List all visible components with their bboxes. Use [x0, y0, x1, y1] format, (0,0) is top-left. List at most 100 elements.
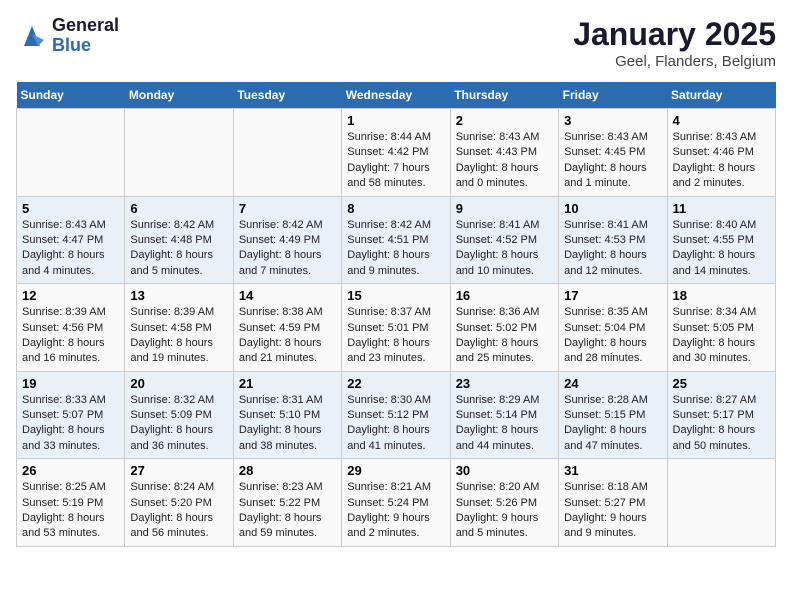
calendar-week-row: 26 Sunrise: 8:25 AM Sunset: 5:19 PM Dayli…: [17, 459, 776, 547]
calendar-cell: 21Sunrise: 8:31 AM Sunset: 5:10 PM Dayli…: [233, 371, 341, 459]
calendar-cell: 2 Sunrise: 8:43 AM Sunset: 4:43 PM Daylig…: [450, 109, 558, 197]
day-info: Sunrise: 8:40 AM Sunset: 4:55 PM Dayligh…: [673, 218, 770, 280]
day-number: 13: [130, 288, 227, 303]
calendar-cell: 22 Sunrise: 8:30 AM Sunset: 5:12 PM Dayli…: [342, 371, 450, 459]
day-number: 28: [239, 463, 336, 478]
calendar-week-row: 5Sunrise: 8:43 AM Sunset: 4:47 PM Daylig…: [17, 196, 776, 284]
day-info: Sunrise: 8:43 AM Sunset: 4:46 PM Dayligh…: [673, 130, 770, 192]
day-info: Sunrise: 8:30 AM Sunset: 5:12 PM Dayligh…: [347, 393, 444, 455]
day-number: 1: [347, 113, 444, 128]
weekday-header-friday: Friday: [559, 82, 667, 109]
day-info: Sunrise: 8:20 AM Sunset: 5:26 PM Dayligh…: [456, 480, 553, 542]
calendar-subtitle: Geel, Flanders, Belgium: [573, 53, 776, 70]
calendar-cell: 12Sunrise: 8:39 AM Sunset: 4:56 PM Dayli…: [17, 284, 125, 372]
day-info: Sunrise: 8:34 AM Sunset: 5:05 PM Dayligh…: [673, 305, 770, 367]
calendar-cell: 23Sunrise: 8:29 AM Sunset: 5:14 PM Dayli…: [450, 371, 558, 459]
day-info: Sunrise: 8:38 AM Sunset: 4:59 PM Dayligh…: [239, 305, 336, 367]
calendar-week-row: 1 Sunrise: 8:44 AM Sunset: 4:42 PM Daylig…: [17, 109, 776, 197]
calendar-cell: 4 Sunrise: 8:43 AM Sunset: 4:46 PM Daylig…: [667, 109, 775, 197]
day-info: Sunrise: 8:28 AM Sunset: 5:15 PM Dayligh…: [564, 393, 661, 455]
calendar-cell: 16Sunrise: 8:36 AM Sunset: 5:02 PM Dayli…: [450, 284, 558, 372]
calendar-cell: 20Sunrise: 8:32 AM Sunset: 5:09 PM Dayli…: [125, 371, 233, 459]
day-number: 2: [456, 113, 553, 128]
calendar-cell: 30 Sunrise: 8:20 AM Sunset: 5:26 PM Dayli…: [450, 459, 558, 547]
day-number: 25: [673, 376, 770, 391]
calendar-cell: 10 Sunrise: 8:41 AM Sunset: 4:53 PM Dayli…: [559, 196, 667, 284]
weekday-header-sunday: Sunday: [17, 82, 125, 109]
day-number: 4: [673, 113, 770, 128]
title-block: January 2025 Geel, Flanders, Belgium: [573, 16, 776, 70]
calendar-body: 1 Sunrise: 8:44 AM Sunset: 4:42 PM Daylig…: [17, 109, 776, 547]
day-number: 26: [22, 463, 119, 478]
calendar-cell: 6 Sunrise: 8:42 AM Sunset: 4:48 PM Daylig…: [125, 196, 233, 284]
day-info: Sunrise: 8:33 AM Sunset: 5:07 PM Dayligh…: [22, 393, 119, 455]
weekday-header-saturday: Saturday: [667, 82, 775, 109]
calendar-cell: 31 Sunrise: 8:18 AM Sunset: 5:27 PM Dayli…: [559, 459, 667, 547]
logo: General Blue: [16, 16, 119, 56]
day-info: Sunrise: 8:25 AM Sunset: 5:19 PM Dayligh…: [22, 480, 119, 542]
day-info: Sunrise: 8:18 AM Sunset: 5:27 PM Dayligh…: [564, 480, 661, 542]
calendar-title: January 2025: [573, 16, 776, 53]
day-info: Sunrise: 8:42 AM Sunset: 4:49 PM Dayligh…: [239, 218, 336, 280]
day-info: Sunrise: 8:23 AM Sunset: 5:22 PM Dayligh…: [239, 480, 336, 542]
day-info: Sunrise: 8:29 AM Sunset: 5:14 PM Dayligh…: [456, 393, 553, 455]
day-number: 6: [130, 201, 227, 216]
calendar-cell: [125, 109, 233, 197]
day-info: Sunrise: 8:21 AM Sunset: 5:24 PM Dayligh…: [347, 480, 444, 542]
logo-icon: [16, 20, 48, 52]
calendar-cell: [17, 109, 125, 197]
day-info: Sunrise: 8:44 AM Sunset: 4:42 PM Dayligh…: [347, 130, 444, 192]
day-number: 22: [347, 376, 444, 391]
day-info: Sunrise: 8:39 AM Sunset: 4:58 PM Dayligh…: [130, 305, 227, 367]
calendar-cell: 13 Sunrise: 8:39 AM Sunset: 4:58 PM Dayli…: [125, 284, 233, 372]
day-number: 30: [456, 463, 553, 478]
day-number: 15: [347, 288, 444, 303]
calendar-cell: 1 Sunrise: 8:44 AM Sunset: 4:42 PM Daylig…: [342, 109, 450, 197]
calendar-cell: [233, 109, 341, 197]
calendar-cell: [667, 459, 775, 547]
day-number: 8: [347, 201, 444, 216]
calendar-cell: 18 Sunrise: 8:34 AM Sunset: 5:05 PM Dayli…: [667, 284, 775, 372]
calendar-header: SundayMondayTuesdayWednesdayThursdayFrid…: [17, 82, 776, 109]
calendar-cell: 8 Sunrise: 8:42 AM Sunset: 4:51 PM Daylig…: [342, 196, 450, 284]
day-number: 10: [564, 201, 661, 216]
day-info: Sunrise: 8:42 AM Sunset: 4:48 PM Dayligh…: [130, 218, 227, 280]
day-number: 7: [239, 201, 336, 216]
calendar-cell: 3Sunrise: 8:43 AM Sunset: 4:45 PM Daylig…: [559, 109, 667, 197]
calendar-table: SundayMondayTuesdayWednesdayThursdayFrid…: [16, 82, 776, 547]
calendar-week-row: 19 Sunrise: 8:33 AM Sunset: 5:07 PM Dayli…: [17, 371, 776, 459]
day-number: 16: [456, 288, 553, 303]
day-info: Sunrise: 8:37 AM Sunset: 5:01 PM Dayligh…: [347, 305, 444, 367]
calendar-cell: 29 Sunrise: 8:21 AM Sunset: 5:24 PM Dayli…: [342, 459, 450, 547]
day-number: 11: [673, 201, 770, 216]
weekday-header-monday: Monday: [125, 82, 233, 109]
day-number: 20: [130, 376, 227, 391]
calendar-cell: 28 Sunrise: 8:23 AM Sunset: 5:22 PM Dayli…: [233, 459, 341, 547]
logo-general-text: General: [52, 16, 119, 36]
day-info: Sunrise: 8:31 AM Sunset: 5:10 PM Dayligh…: [239, 393, 336, 455]
day-number: 9: [456, 201, 553, 216]
calendar-cell: 25Sunrise: 8:27 AM Sunset: 5:17 PM Dayli…: [667, 371, 775, 459]
calendar-cell: 26 Sunrise: 8:25 AM Sunset: 5:19 PM Dayli…: [17, 459, 125, 547]
day-info: Sunrise: 8:41 AM Sunset: 4:52 PM Dayligh…: [456, 218, 553, 280]
day-info: Sunrise: 8:43 AM Sunset: 4:43 PM Dayligh…: [456, 130, 553, 192]
day-number: 18: [673, 288, 770, 303]
weekday-header-wednesday: Wednesday: [342, 82, 450, 109]
day-info: Sunrise: 8:43 AM Sunset: 4:47 PM Dayligh…: [22, 218, 119, 280]
day-number: 17: [564, 288, 661, 303]
day-number: 29: [347, 463, 444, 478]
day-number: 3: [564, 113, 661, 128]
day-number: 27: [130, 463, 227, 478]
calendar-cell: 5Sunrise: 8:43 AM Sunset: 4:47 PM Daylig…: [17, 196, 125, 284]
calendar-cell: 15 Sunrise: 8:37 AM Sunset: 5:01 PM Dayli…: [342, 284, 450, 372]
day-number: 12: [22, 288, 119, 303]
weekday-header-thursday: Thursday: [450, 82, 558, 109]
logo-blue-text: Blue: [52, 36, 119, 56]
calendar-cell: 11 Sunrise: 8:40 AM Sunset: 4:55 PM Dayli…: [667, 196, 775, 284]
day-info: Sunrise: 8:41 AM Sunset: 4:53 PM Dayligh…: [564, 218, 661, 280]
day-number: 31: [564, 463, 661, 478]
calendar-cell: 17Sunrise: 8:35 AM Sunset: 5:04 PM Dayli…: [559, 284, 667, 372]
day-number: 19: [22, 376, 119, 391]
calendar-cell: 9 Sunrise: 8:41 AM Sunset: 4:52 PM Daylig…: [450, 196, 558, 284]
day-info: Sunrise: 8:42 AM Sunset: 4:51 PM Dayligh…: [347, 218, 444, 280]
